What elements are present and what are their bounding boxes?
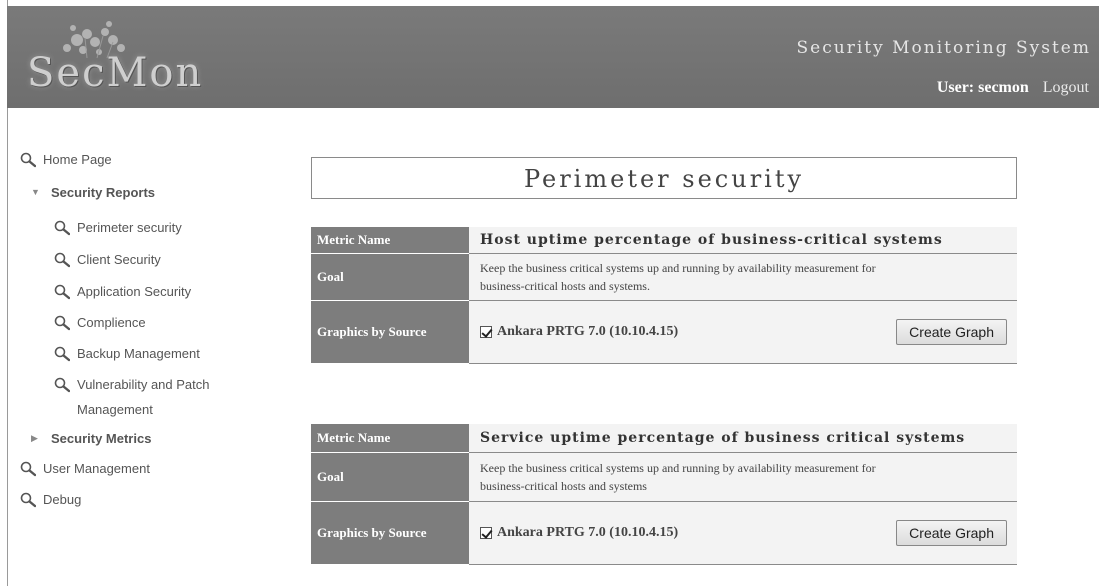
source-label: Ankara PRTG 7.0 (10.10.4.15) [497, 524, 679, 540]
goal-value: Keep the business critical systems up an… [469, 253, 1017, 301]
goal-line: business-critical hosts and systems. [480, 278, 650, 293]
sidebar-item-label: User Management [43, 461, 150, 476]
source-option[interactable]: Ankara PRTG 7.0 (10.10.4.15) [480, 324, 678, 340]
metric-name-value: Service uptime percentage of business cr… [469, 424, 1017, 453]
magnifier-icon [54, 284, 71, 300]
current-user-label: User: secmon [936, 79, 1029, 96]
source-label: Ankara PRTG 7.0 (10.10.4.15) [497, 323, 679, 339]
goal-line: Keep the business critical systems up an… [480, 460, 876, 475]
user-bar: User: secmon Logout [937, 79, 1089, 97]
source-checkbox[interactable] [480, 325, 492, 338]
magnifier-icon [54, 346, 71, 362]
secmon-logo[interactable]: SecMon [27, 12, 247, 102]
sidebar-item-security-reports[interactable]: ▼ Security Reports [31, 185, 155, 200]
graphics-by-source-label: Graphics by Source [311, 501, 469, 565]
sidebar-item-home-page[interactable]: Home Page [20, 152, 112, 168]
magnifier-icon [20, 461, 37, 477]
goal-value: Keep the business critical systems up an… [469, 452, 1017, 502]
graphics-source-cell: Ankara PRTG 7.0 (10.10.4.15) Create Grap… [469, 300, 1017, 364]
sidebar-item-label: Application Security [77, 284, 192, 299]
sidebar-item-label: Client Security [77, 252, 161, 267]
sidebar-item-label: Debug [43, 492, 82, 507]
metric-table: Metric Name Host uptime percentage of bu… [311, 227, 1017, 364]
sidebar-item-application-security[interactable]: Application Security [54, 284, 191, 300]
sidebar-item-complience[interactable]: Complience [54, 315, 146, 331]
goal-label: Goal [311, 253, 469, 301]
logo-text: SecMon [27, 50, 204, 96]
sidebar-item-label: Vulnerability and Patch [77, 377, 210, 392]
magnifier-icon [54, 315, 71, 331]
sidebar-item-label: Backup Management [77, 346, 200, 361]
triangle-down-icon: ▼ [31, 187, 40, 197]
goal-line: business-critical hosts and systems [480, 478, 647, 493]
metric-name-label: Metric Name [311, 424, 469, 453]
sidebar-item-label: Home Page [43, 152, 112, 167]
graphics-source-cell: Ankara PRTG 7.0 (10.10.4.15) Create Grap… [469, 501, 1017, 565]
logout-link[interactable]: Logout [1043, 79, 1089, 96]
goal-label: Goal [311, 452, 469, 502]
sidebar-item-label: Complience [77, 315, 146, 330]
page-title: Perimeter security [523, 165, 805, 193]
sidebar-item-backup-management[interactable]: Backup Management [54, 346, 200, 362]
magnifier-icon [54, 220, 71, 236]
sidebar-item-security-metrics[interactable]: ▶ Security Metrics [31, 431, 151, 446]
source-option[interactable]: Ankara PRTG 7.0 (10.10.4.15) [480, 525, 678, 541]
metric-table: Metric Name Service uptime percentage of… [311, 424, 1017, 565]
metric-name-label: Metric Name [311, 227, 469, 254]
sidebar-item-debug[interactable]: Debug [20, 492, 81, 508]
system-title: Security Monitoring System [796, 38, 1091, 58]
sidebar-item-label: Security Reports [51, 185, 156, 200]
magnifier-icon [54, 252, 71, 268]
header-banner: SecMon Security Monitoring System User: … [7, 6, 1099, 108]
sidebar-item-vulnerability-and-patch[interactable]: Vulnerability and Patch [54, 377, 210, 393]
create-graph-button[interactable]: Create Graph [896, 318, 1007, 345]
sidebar-item-user-management[interactable]: User Management [20, 461, 150, 477]
graphics-by-source-label: Graphics by Source [311, 300, 469, 364]
sidebar-item-vulnerability-continuation[interactable]: Management [77, 402, 153, 417]
sidebar-item-label: Security Metrics [51, 431, 152, 446]
create-graph-button[interactable]: Create Graph [896, 519, 1007, 546]
goal-line: Keep the business critical systems up an… [480, 260, 876, 275]
page-title-box: Perimeter security [311, 157, 1017, 199]
triangle-right-icon: ▶ [31, 433, 38, 443]
sidebar-item-perimeter-security[interactable]: Perimeter security [54, 220, 182, 236]
sidebar-item-label: Perimeter security [77, 220, 182, 235]
sidebar-item-label: Management [77, 402, 153, 417]
sidebar-item-client-security[interactable]: Client Security [54, 252, 161, 268]
magnifier-icon [20, 152, 37, 168]
magnifier-icon [20, 492, 37, 508]
source-checkbox[interactable] [480, 526, 492, 539]
metric-name-value: Host uptime percentage of business-criti… [469, 227, 1017, 254]
magnifier-icon [54, 377, 71, 393]
